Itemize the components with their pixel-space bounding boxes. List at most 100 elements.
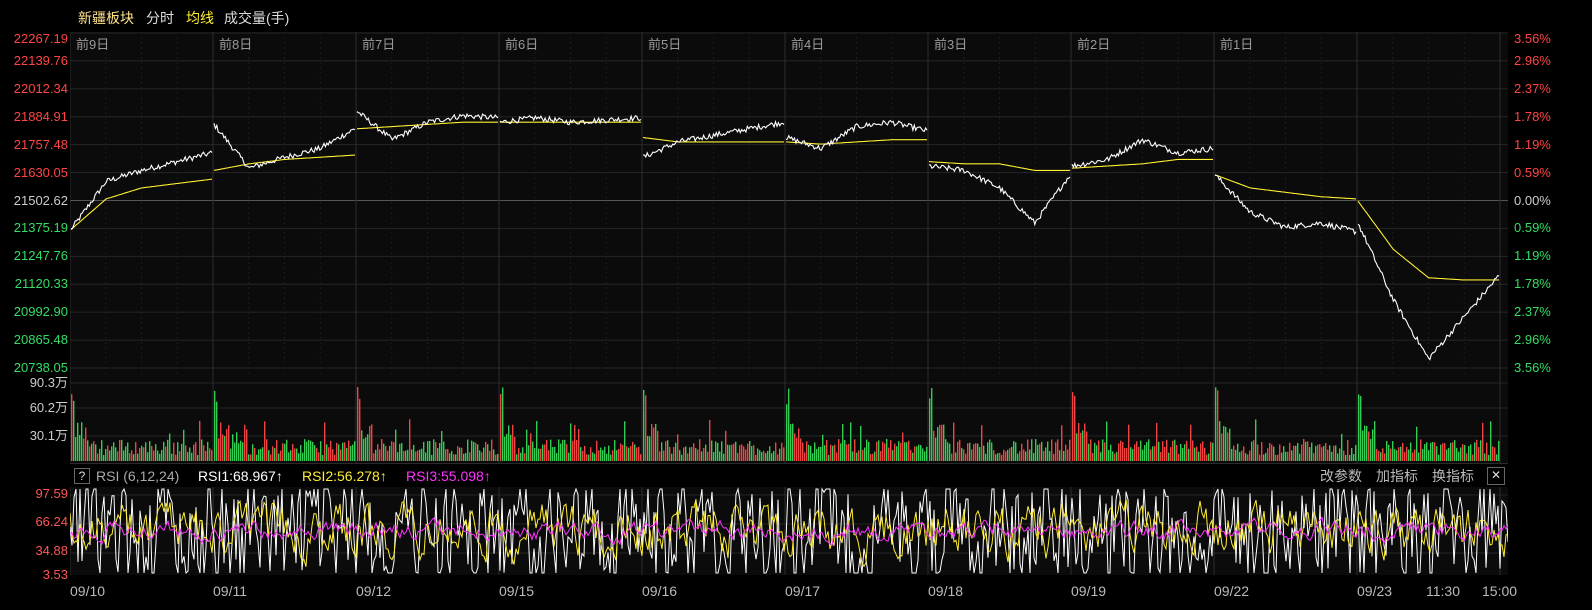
volume-bar (369, 426, 371, 461)
volume-bar (892, 450, 894, 461)
volume-bar (1301, 444, 1303, 461)
volume-bar (580, 447, 582, 461)
volume-bar (348, 440, 350, 461)
volume-bar (1364, 425, 1366, 461)
volume-bar (1388, 444, 1390, 461)
volume-bar (900, 442, 902, 461)
switch-indicator-button[interactable]: 换指标 (1432, 468, 1474, 484)
volume-bar (685, 446, 687, 461)
volume-bar (1396, 450, 1398, 461)
volume-bar (81, 422, 83, 461)
volume-bar (481, 452, 483, 461)
volume-bar (467, 439, 469, 461)
volume-bar (1450, 442, 1452, 461)
volume-bar (387, 450, 389, 461)
volume-bar (272, 446, 274, 461)
volume-bar (693, 443, 695, 461)
volume-bar (783, 447, 785, 461)
volume-bar (850, 422, 852, 461)
tab-intraday[interactable]: 分时 (146, 9, 174, 27)
volume-bar (989, 439, 991, 461)
volume-bar (534, 448, 536, 461)
volume-bar (735, 441, 737, 461)
volume-bar (1307, 441, 1309, 461)
sector-name[interactable]: 新疆板块 (78, 9, 134, 27)
volume-bar (443, 441, 445, 461)
volume-bar (697, 449, 699, 461)
volume-bar (248, 454, 250, 461)
volume-bar (1251, 441, 1253, 461)
volume-bar (1297, 442, 1299, 461)
time-axis-label: 11:30 (1426, 583, 1460, 599)
volume-bar (1376, 448, 1378, 461)
volume-bar (342, 442, 344, 461)
volume-bar (1333, 445, 1335, 461)
price-tick-label: 21630.05 (13, 164, 68, 180)
volume-bar (1225, 426, 1227, 461)
volume-bar (747, 443, 749, 461)
volume-bar (971, 449, 973, 461)
volume-bar (1194, 447, 1196, 461)
volume-bar (914, 446, 916, 461)
volume-bar (1110, 444, 1112, 461)
volume-bar (673, 446, 675, 461)
volume-bar (469, 452, 471, 461)
price-tick-label: 20865.48 (13, 332, 68, 348)
volume-bar (792, 423, 794, 461)
volume-bar (1215, 387, 1217, 461)
volume-bar (1188, 448, 1190, 461)
volume-bar (1281, 452, 1283, 461)
volume-bar (987, 442, 989, 461)
volume-bar (852, 451, 854, 461)
volume-bar (75, 437, 77, 461)
volume-bar (232, 434, 234, 461)
volume-bar (1372, 429, 1374, 461)
volume-bar (955, 452, 957, 461)
volume-chart-svg[interactable] (70, 377, 1508, 463)
volume-bar (246, 429, 248, 461)
volume-bar (741, 444, 743, 461)
price-chart[interactable]: 前9日 前8日 前7日 前6日 前5日 前4日 前3日 前2日 前1日 (70, 32, 1508, 377)
volume-bar (500, 393, 502, 461)
volume-bar (224, 436, 226, 461)
volume-bar (1184, 444, 1186, 461)
volume-bar (781, 442, 783, 461)
volume-bar (1289, 442, 1291, 461)
tab-volume[interactable]: 成交量(手) (224, 9, 289, 27)
volume-bar (612, 450, 614, 461)
volume-bar (794, 433, 796, 461)
volume-bar (214, 390, 216, 461)
volume-bar (951, 453, 953, 461)
percent-tick-label: 3.56% (1514, 360, 1551, 375)
volume-bar (882, 441, 884, 461)
volume-bar (163, 441, 165, 461)
volume-bar (802, 442, 804, 461)
volume-bar (647, 435, 649, 461)
rsi-chart-svg[interactable] (70, 487, 1508, 575)
day-label: 前8日 (219, 37, 252, 52)
volume-bar (1003, 449, 1005, 461)
volume-bar (93, 441, 95, 461)
volume-bar (808, 444, 810, 461)
volume-bar (103, 454, 105, 461)
price-chart-svg[interactable]: 前9日 前8日 前7日 前6日 前5日 前4日 前3日 前2日 前1日 (70, 32, 1508, 377)
volume-bar (929, 398, 931, 461)
volume-bar (125, 446, 127, 461)
volume-chart[interactable] (70, 377, 1508, 463)
volume-bar (117, 451, 119, 461)
tab-average-line[interactable]: 均线 (186, 9, 214, 27)
volume-bar (920, 445, 922, 461)
volume-bar (495, 454, 497, 461)
add-indicator-button[interactable]: 加指标 (1376, 468, 1418, 484)
help-icon[interactable]: ? (74, 468, 90, 484)
change-params-button[interactable]: 改参数 (1320, 468, 1362, 484)
volume-bar (324, 422, 326, 461)
volume-bar (838, 439, 840, 461)
volume-bar (133, 454, 135, 461)
volume-bar (520, 452, 522, 461)
rsi-chart[interactable] (70, 487, 1508, 575)
volume-bar (1200, 443, 1202, 461)
volume-bar (1150, 449, 1152, 461)
close-icon[interactable]: ✕ (1487, 467, 1505, 485)
volume-bar (578, 429, 580, 461)
